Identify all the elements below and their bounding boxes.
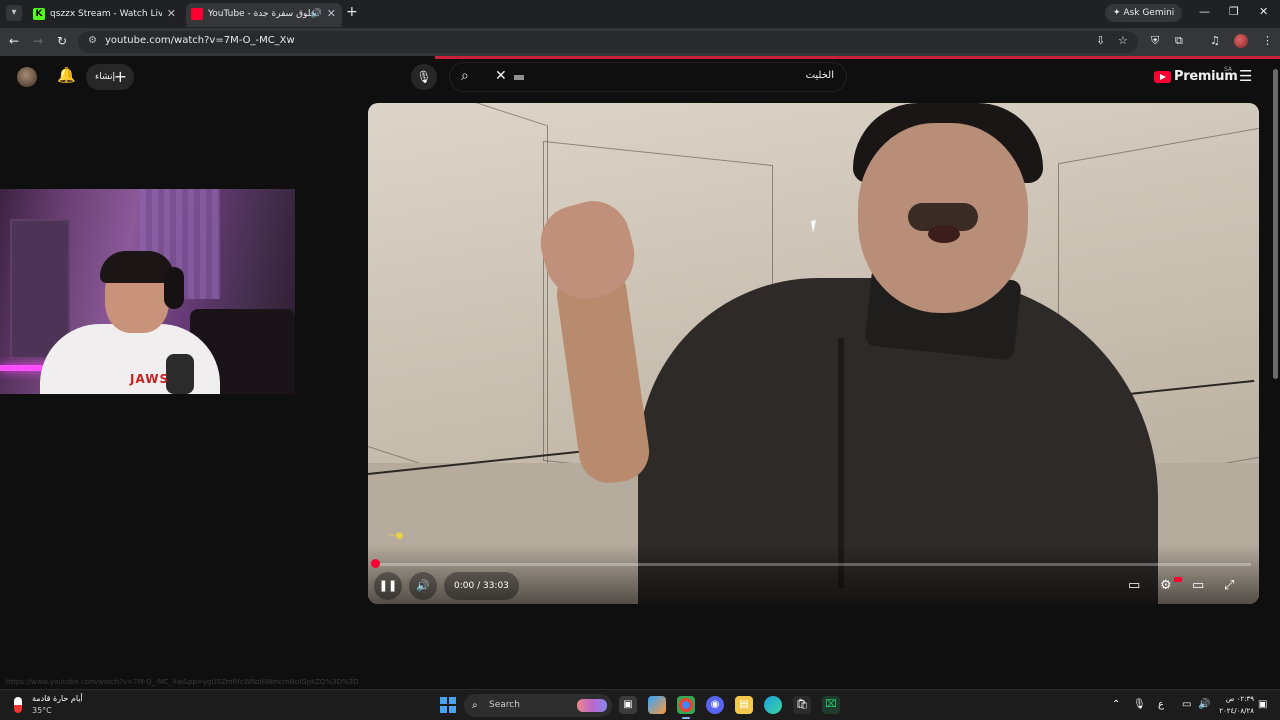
voice-search-icon[interactable]: 🎙: [411, 64, 437, 90]
captions-icon[interactable]: ▭: [1128, 578, 1140, 593]
tab-kick-stream[interactable]: K qszzx Stream - Watch Live on K ✕: [28, 3, 182, 27]
ask-gemini-label: Ask Gemini: [1123, 8, 1175, 18]
copilot-icon[interactable]: [648, 696, 666, 714]
person-mouth: [928, 225, 960, 243]
install-app-icon[interactable]: ⇩: [1096, 34, 1105, 47]
url-text: youtube.com/watch?v=7M-O_-MC_Xw: [105, 35, 295, 46]
minimize-icon[interactable]: —: [1199, 5, 1210, 18]
search-icon[interactable]: ⌕: [461, 68, 469, 84]
settings-gear-icon[interactable]: ⚙: [1160, 578, 1172, 593]
close-window-icon[interactable]: ✕: [1259, 5, 1268, 18]
forward-icon[interactable]: →: [33, 34, 43, 48]
create-label: إنشاء: [95, 72, 116, 82]
input-language[interactable]: ع: [1158, 699, 1164, 710]
more-menu-icon[interactable]: ⋮: [1262, 34, 1273, 47]
youtube-play-icon: [1154, 71, 1171, 83]
youtube-header: 🔔 إنشاء + 🎙 ⌕ ✕ الخليت Premium SA ☰: [0, 59, 1280, 97]
theater-mode-icon[interactable]: ▭: [1192, 578, 1204, 593]
microsoft-store-icon[interactable]: 🛍: [793, 696, 811, 714]
notifications-icon[interactable]: ▣: [1258, 699, 1267, 710]
browser-tab-strip: ▾ K qszzx Stream - Watch Live on K ✕ You…: [0, 0, 1280, 28]
clock-date: ٢٠٢٤/٠٨/٢٨: [1219, 707, 1254, 715]
fullscreen-icon[interactable]: ⤢: [1224, 578, 1234, 593]
file-explorer-icon[interactable]: ▤: [735, 696, 753, 714]
scrollbar-thumb[interactable]: [1273, 69, 1278, 379]
search-highlight-image: [577, 699, 607, 712]
clock-time: ٠٢:٣٩ ص: [1225, 695, 1254, 703]
browser-toolbar: ← → ↻ ⚙ youtube.com/watch?v=7M-O_-MC_Xw …: [0, 28, 1280, 56]
edge-icon[interactable]: [764, 696, 782, 714]
windows-taskbar: أيام حارة قادمة 35°C ⌕ Search ▣ ◉ ▤ 🛍 ⌧ …: [0, 689, 1280, 720]
reload-icon[interactable]: ↻: [57, 34, 67, 48]
system-clock[interactable]: ٠٢:٣٩ ص ٢٠٢٤/٠٨/٢٨: [1206, 693, 1254, 717]
region-code: SA: [1224, 66, 1233, 73]
volume-icon[interactable]: 🔊: [409, 572, 437, 600]
address-bar[interactable]: ⚙ youtube.com/watch?v=7M-O_-MC_Xw: [78, 31, 1138, 53]
headset: [164, 267, 184, 309]
task-view-icon[interactable]: ▣: [619, 696, 637, 714]
progress-bar[interactable]: [376, 563, 1251, 566]
account-avatar[interactable]: [17, 67, 37, 87]
time-display: 0:00 / 33:03: [444, 572, 519, 600]
kick-icon: K: [33, 8, 45, 20]
tab-youtube[interactable]: YouTube - فلوق سفرة جدة 🔊 ✕: [186, 3, 342, 27]
close-icon[interactable]: ✕: [327, 3, 336, 25]
streamer-hair: [100, 251, 174, 283]
mouse-pointer-icon: [811, 219, 823, 233]
scrubber-handle[interactable]: [371, 559, 380, 568]
shirt-print: JAWS: [130, 372, 170, 386]
keyboard-icon[interactable]: [514, 75, 524, 80]
microphone: [166, 354, 194, 394]
shield-extension-icon[interactable]: ⛨: [1151, 34, 1159, 48]
network-icon[interactable]: ▭: [1182, 699, 1191, 710]
windows-start-icon[interactable]: [440, 697, 456, 713]
close-icon[interactable]: ✕: [167, 3, 176, 25]
guide-menu-icon[interactable]: ☰: [1239, 67, 1252, 85]
restore-icon[interactable]: ❐: [1229, 5, 1239, 18]
search-input[interactable]: الخليت: [806, 70, 834, 81]
extensions-icon[interactable]: ⧉: [1175, 34, 1183, 48]
youtube-icon: [191, 8, 203, 20]
audio-playing-icon[interactable]: 🔊: [311, 3, 322, 25]
plus-icon: +: [113, 67, 127, 86]
webcam-overlay: JAWS: [0, 189, 295, 394]
site-info-icon[interactable]: ⚙: [88, 35, 97, 46]
terminal-icon[interactable]: ⌧: [822, 696, 840, 714]
weather-temp: 35°C: [32, 706, 52, 715]
new-tab-button[interactable]: +: [346, 4, 358, 20]
watermark-icon: ~●: [388, 531, 404, 541]
media-control-icon[interactable]: ♫: [1210, 34, 1220, 47]
chrome-icon[interactable]: [677, 696, 695, 719]
notifications-bell-icon[interactable]: 🔔: [57, 66, 76, 84]
mic-icon[interactable]: 🎙: [1133, 699, 1146, 710]
create-button[interactable]: إنشاء +: [86, 64, 134, 90]
video-player[interactable]: ~● ❚❚ 🔊 0:00 / 33:03 ▭ ⚙ ▭ ⤢: [368, 103, 1259, 604]
search-box[interactable]: ⌕ ✕ الخليت: [449, 62, 847, 92]
link-status-bar: https://www.youtube.com/watch?v=7M-O_-MC…: [6, 678, 359, 686]
wall-panel: [368, 103, 548, 506]
back-icon[interactable]: ←: [9, 34, 19, 48]
screen: ▾ K qszzx Stream - Watch Live on K ✕ You…: [0, 0, 1280, 720]
profile-avatar[interactable]: [1234, 34, 1248, 48]
show-hidden-icons[interactable]: ⌃: [1112, 699, 1120, 710]
bookmark-star-icon[interactable]: ☆: [1118, 34, 1128, 47]
pause-icon[interactable]: ❚❚: [374, 572, 402, 600]
search-icon: ⌕: [472, 700, 478, 711]
tab-search-icon[interactable]: ▾: [6, 5, 22, 21]
ask-gemini-button[interactable]: ✦ Ask Gemini: [1105, 4, 1183, 22]
page-scrollbar[interactable]: [1271, 59, 1280, 689]
thermometer-icon: [14, 697, 22, 713]
clear-search-icon[interactable]: ✕: [495, 68, 507, 84]
tab-title: YouTube - فلوق سفرة جدة: [208, 9, 315, 19]
taskbar-search-label: Search: [489, 700, 520, 710]
taskbar-search[interactable]: ⌕ Search: [464, 694, 612, 717]
discord-icon[interactable]: ◉: [706, 696, 724, 714]
tab-title: qszzx Stream - Watch Live on K: [50, 9, 162, 19]
weather-text: أيام حارة قادمة: [32, 694, 83, 703]
hd-badge: [1174, 577, 1182, 582]
